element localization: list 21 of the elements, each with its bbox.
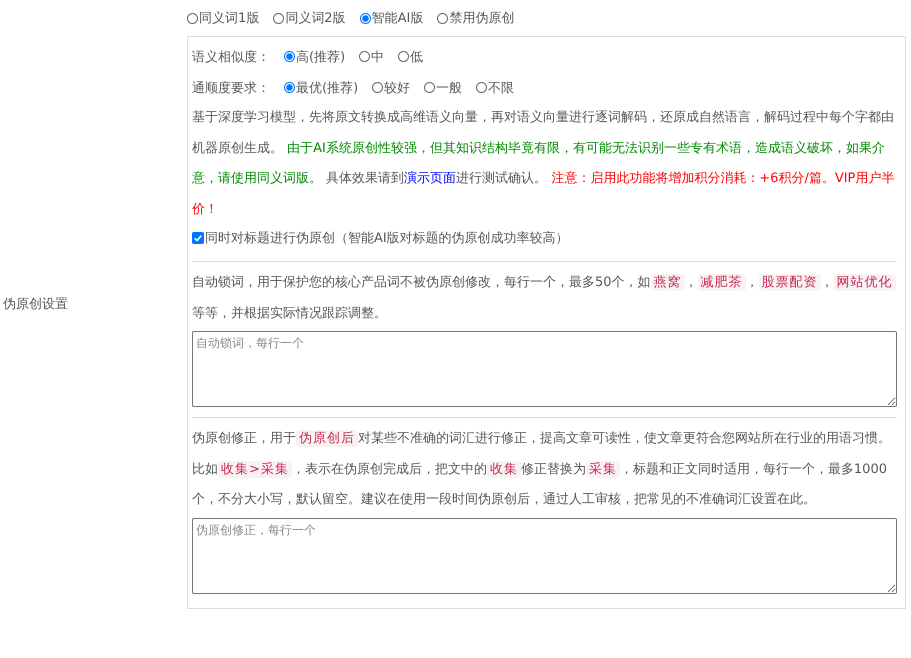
description-text: 基于深度学习模型，先将原文转换成高维语义向量，再对语义向量进行逐词解码，还原成自然语言，解码过程中每个字都由机器原创生成。 由于AI系统原创性较强，但其知识结构毕竟有限，有可能无法识别一些专有术语，造成语义破坏，如果介意，请使用同义词版。 具体效果请到演示页面进行测试确认。 注意：启用此功能将增加积分消耗：+6积分/篇。VIP用户半价！ [192, 109, 896, 218]
corrections-text: 伪原创修正，用于 伪原创后 对某些不准确的词汇进行修正，提高文章可读性，使文章更符合您网站所在行业的用语习惯。比如 收集>采集 ，表示在伪原创完成后，把文中的 收集 修正替换为 采集 ，标题和正文同时适用，每行一个，最多1000个，不分大小写，默认留空。建议在使用一段时间伪原创后，通过人工审核，把常见的不准确词汇设置在此。 [192, 429, 892, 509]
option-radio[interactable]: 高(推荐) [284, 48, 346, 66]
mode-radio[interactable]: 同义词2版 [273, 9, 346, 27]
lock-words-text: 自动锁词，用于保护您的核心产品词不被伪原创修改，每行一个，最多50个，如 燕窝 ， 减肥茶 ， 股票配资 ， 网站优化 等等，并根据实际情况跟踪调整。 [192, 268, 897, 329]
mode-radio[interactable]: 同义词1版 [187, 9, 260, 27]
option-radio[interactable]: 一般 [424, 78, 462, 96]
option-radio[interactable]: 中 [359, 48, 384, 66]
option-label: 通顺度要求： [192, 80, 270, 96]
option-radio[interactable]: 不限 [476, 78, 514, 96]
corrections-field[interactable]: 伪原创修正，每行一个 [192, 518, 897, 594]
option-radio[interactable]: 低 [398, 48, 424, 66]
title-checkbox[interactable]: 同时对标题进行伪原创（智能AI版对标题的伪原创成功率较高） [192, 225, 897, 251]
option-radio[interactable]: 最优(推荐) [284, 78, 358, 96]
option-label: 语义相似度： [192, 48, 270, 66]
mode-radio[interactable]: 智能AI版 [360, 9, 424, 27]
checkmark-icon [193, 233, 203, 243]
lock-words-field[interactable]: 自动锁词，每行一个 [192, 331, 897, 407]
section-label: 伪原创设置 [2, 296, 68, 314]
mode-radio[interactable]: 禁用伪原创 [437, 9, 514, 27]
option-radio[interactable]: 较好 [372, 78, 410, 96]
